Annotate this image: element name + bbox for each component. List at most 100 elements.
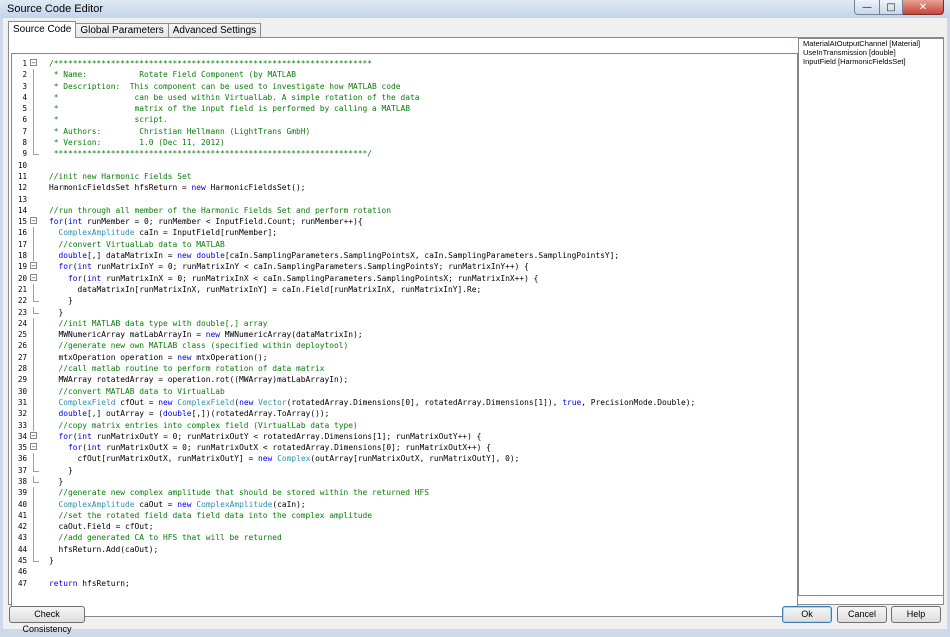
line-number: 24 [17, 318, 27, 328]
code-text: * can be used within VirtualLab. A simpl… [49, 92, 420, 102]
tab-advanced-settings[interactable]: Advanced Settings [167, 23, 262, 38]
code-line[interactable]: 12 HarmonicFieldsSet hfsReturn = new Harm… [12, 182, 797, 193]
code-line[interactable]: 39 //generate new complex amplitude that… [12, 487, 797, 499]
code-text: //init MATLAB data type with double[,] a… [49, 318, 268, 328]
code-line[interactable]: 25 MWNumericArray matLabArrayIn = new MW… [12, 329, 797, 341]
line-number: 35 [17, 443, 27, 453]
code-text: //set the rotated field data field data … [49, 510, 373, 520]
fold-guide [33, 487, 34, 499]
code-line[interactable]: 21 dataMatrixIn[runMatrixInX, runMatrixI… [12, 283, 797, 296]
parameter-item[interactable]: MaterialAtOutputChannel [Material] [799, 39, 943, 48]
minimize-button[interactable]: — [854, 0, 880, 15]
parameter-item[interactable]: UseInTransmission [double] [799, 48, 943, 57]
fold-toggle-icon[interactable]: − [30, 262, 37, 270]
code-line[interactable]: 24 //init MATLAB data type with double[,… [12, 317, 797, 330]
code-text: dataMatrixIn[runMatrixInX, runMatrixInY]… [49, 284, 482, 294]
code-line[interactable]: 44 hfsReturn.Add(caOut); [12, 543, 797, 556]
code-line[interactable]: 28 //call matlab routine to perform rota… [12, 363, 797, 375]
code-editor[interactable]: 1−/*************************************… [11, 53, 798, 617]
close-button[interactable]: ✕ [903, 0, 944, 15]
code-text: /***************************************… [49, 59, 373, 68]
help-button[interactable]: Help [891, 606, 941, 623]
fold-guide [33, 317, 34, 330]
code-text: ComplexField cfOut = new ComplexField(ne… [58, 397, 696, 407]
tab-global-parameters[interactable]: Global Parameters [75, 23, 169, 38]
line-number: 9 [22, 149, 27, 159]
fold-toggle-icon[interactable]: − [30, 217, 37, 225]
fold-toggle-icon[interactable]: − [30, 443, 37, 451]
code-line[interactable]: 23 } [12, 306, 797, 318]
code-line[interactable]: 37 } [12, 464, 797, 476]
code-line[interactable]: 18 double[,] dataMatrixIn = new double[c… [12, 250, 797, 262]
line-number: 4 [22, 92, 27, 102]
code-line[interactable]: 35− for(int runMatrixOutX = 0; runMatrix… [12, 442, 797, 453]
parameter-item[interactable]: InputField [HarmonicFieldsSet] [799, 57, 943, 66]
code-line[interactable]: 45} [12, 555, 797, 566]
fold-toggle-icon[interactable]: − [30, 431, 37, 439]
line-number: 43 [17, 533, 27, 543]
code-line[interactable]: 30 //convert MATLAB data to VirtualLab [12, 385, 797, 397]
code-line[interactable]: 33 //copy matrix entries into complex fi… [12, 419, 797, 431]
code-line[interactable]: 7 * Authors: Christian Hellmann (LightTr… [12, 125, 797, 138]
code-line[interactable]: 3 * Description: This component can be u… [12, 80, 797, 92]
line-number: 45 [17, 556, 27, 566]
code-line[interactable]: 19− for(int runMatrixInY = 0; runMatrixI… [12, 261, 797, 272]
code-line[interactable]: 9 **************************************… [12, 148, 797, 159]
code-line[interactable]: 22 } [12, 295, 797, 306]
code-line[interactable]: 17 //convert VirtualLab data to MATLAB [12, 238, 797, 251]
code-line[interactable]: 47 return hfsReturn; [12, 578, 797, 589]
code-text: //convert VirtualLab data to MATLAB [49, 239, 225, 249]
code-line[interactable]: 29 MWArray rotatedArray = operation.rot(… [12, 374, 797, 386]
code-line[interactable]: 42 caOut.Field = cfOut; [12, 521, 797, 533]
parameter-list[interactable]: MaterialAtOutputChannel [Material] UseInT… [798, 38, 944, 596]
cancel-button[interactable]: Cancel [837, 606, 887, 623]
code-line[interactable]: 46 [12, 566, 797, 577]
code-line[interactable]: 41 //set the rotated field data field da… [12, 509, 797, 522]
code-line[interactable]: 14 //run through all member of the Harmon… [12, 205, 797, 216]
code-text: //add generated CA to HFS that will be r… [49, 533, 282, 543]
check-consistency-button[interactable]: Check Consistency [9, 606, 85, 634]
code-line[interactable]: 10 [12, 160, 797, 171]
line-number: 3 [22, 81, 27, 91]
code-line[interactable]: 38 } [12, 475, 797, 487]
code-text: } [49, 465, 73, 475]
code-line[interactable]: 15− for(int runMember = 0; runMember < In… [12, 216, 797, 227]
line-number: 41 [17, 510, 27, 520]
code-text: //init new Harmonic Fields Set [49, 171, 192, 181]
code-line[interactable]: 40 ComplexAmplitude caOut = new ComplexA… [12, 498, 797, 510]
code-line[interactable]: 4 * can be used within VirtualLab. A sim… [12, 91, 797, 104]
code-line[interactable]: 1− /*************************************… [12, 58, 797, 69]
code-text: mtxOperation operation = new mtxOperatio… [49, 352, 268, 362]
fold-toggle-icon[interactable]: − [30, 273, 37, 281]
ok-button[interactable]: Ok [782, 606, 832, 623]
fold-guide [33, 543, 34, 556]
code-text: hfsReturn.Add(caOut); [49, 544, 159, 554]
tab-source-code[interactable]: Source Code [8, 21, 77, 38]
line-number: 28 [17, 364, 27, 374]
code-line[interactable]: 31 ComplexField cfOut = new ComplexField… [12, 396, 797, 409]
code-line[interactable]: 11 //init new Harmonic Fields Set [12, 171, 797, 182]
code-line[interactable]: 26 //generate new own MATLAB class (spec… [12, 340, 797, 352]
fold-toggle-icon[interactable]: − [30, 59, 37, 67]
line-number: 17 [17, 239, 27, 249]
maximize-button[interactable]: □ [880, 0, 903, 15]
code-line[interactable]: 5 * matrix of the input field is perform… [12, 103, 797, 115]
code-text: * Authors: Christian Hellmann (LightTran… [49, 126, 311, 136]
fold-guide [33, 509, 34, 522]
code-line[interactable]: 16 ComplexAmplitude caIn = InputField[ru… [12, 227, 797, 239]
code-line[interactable]: 6 * script. [12, 114, 797, 126]
code-line[interactable]: 36 cfOut[runMatrixOutX, runMatrixOutY] =… [12, 453, 797, 465]
code-text: MWArray rotatedArray = operation.rot((MW… [49, 375, 349, 385]
code-line[interactable]: 43 //add generated CA to HFS that will b… [12, 532, 797, 544]
line-number: 26 [17, 341, 27, 351]
code-line[interactable]: 34− for(int runMatrixOutY = 0; runMatrix… [12, 431, 797, 442]
fold-guide [33, 532, 34, 544]
code-line[interactable]: 13 [12, 194, 797, 205]
code-line[interactable]: 32 double[,] outArray = (double[,])(rota… [12, 408, 797, 420]
code-line[interactable]: 27 mtxOperation operation = new mtxOpera… [12, 351, 797, 364]
code-text: for(int runMatrixInX = 0; runMatrixInX <… [68, 273, 539, 283]
code-line[interactable]: 2 * Name: Rotate Field Component (by MAT… [12, 69, 797, 81]
code-line[interactable]: 20− for(int runMatrixInX = 0; runMatrixI… [12, 273, 797, 284]
line-number: 13 [17, 194, 27, 204]
code-line[interactable]: 8 * Version: 1.0 (Dec 11, 2012) [12, 137, 797, 149]
